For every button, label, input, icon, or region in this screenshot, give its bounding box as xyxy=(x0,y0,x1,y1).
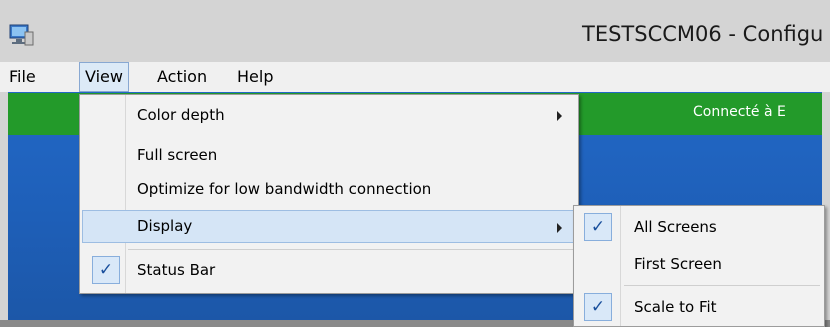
view-menu: Color depth Full screen Optimize for low… xyxy=(79,94,579,294)
remote-desktop-icon xyxy=(9,24,34,46)
menu-item-color-depth[interactable]: Color depth xyxy=(82,99,576,132)
display-submenu: ✓ All Screens First Screen ✓ Scale to Fi… xyxy=(573,205,825,327)
menu-item-first-screen[interactable]: First Screen xyxy=(576,248,822,281)
menu-item-label: Optimize for low bandwidth connection xyxy=(137,180,432,198)
menu-separator xyxy=(624,285,820,286)
menu-bar: File View Action Help xyxy=(0,62,830,92)
menu-item-scale-to-fit[interactable]: ✓ Scale to Fit xyxy=(576,291,822,324)
submenu-arrow-icon xyxy=(557,223,562,233)
menu-item-status-bar[interactable]: ✓ Status Bar xyxy=(82,254,576,287)
menu-item-label: First Screen xyxy=(634,255,722,273)
menu-item-all-screens[interactable]: ✓ All Screens xyxy=(576,211,822,244)
menu-action[interactable]: Action xyxy=(152,62,212,92)
menu-view[interactable]: View xyxy=(79,62,129,92)
menu-item-full-screen[interactable]: Full screen xyxy=(82,139,576,172)
title-bar: TESTSCCM06 - Configu xyxy=(0,0,830,62)
window-frame-left xyxy=(0,92,8,327)
menu-item-label: Full screen xyxy=(137,146,218,164)
menu-help[interactable]: Help xyxy=(232,62,278,92)
window-title: TESTSCCM06 - Configu xyxy=(582,22,824,46)
menu-item-display[interactable]: Display xyxy=(82,210,576,243)
menu-item-label: Status Bar xyxy=(137,261,216,279)
menu-item-label: Scale to Fit xyxy=(634,298,717,316)
check-icon: ✓ xyxy=(584,293,612,321)
menu-separator xyxy=(128,249,574,250)
submenu-arrow-icon xyxy=(557,111,562,121)
menu-item-label: Display xyxy=(137,217,193,235)
menu-item-label: All Screens xyxy=(634,218,717,236)
check-icon: ✓ xyxy=(584,213,612,241)
menu-file[interactable]: File xyxy=(4,62,41,92)
check-icon: ✓ xyxy=(92,256,120,284)
menu-item-optimize-low-bandwidth[interactable]: Optimize for low bandwidth connection xyxy=(82,173,576,206)
connection-status-text: Connecté à E xyxy=(693,104,786,120)
menu-item-label: Color depth xyxy=(137,106,225,124)
